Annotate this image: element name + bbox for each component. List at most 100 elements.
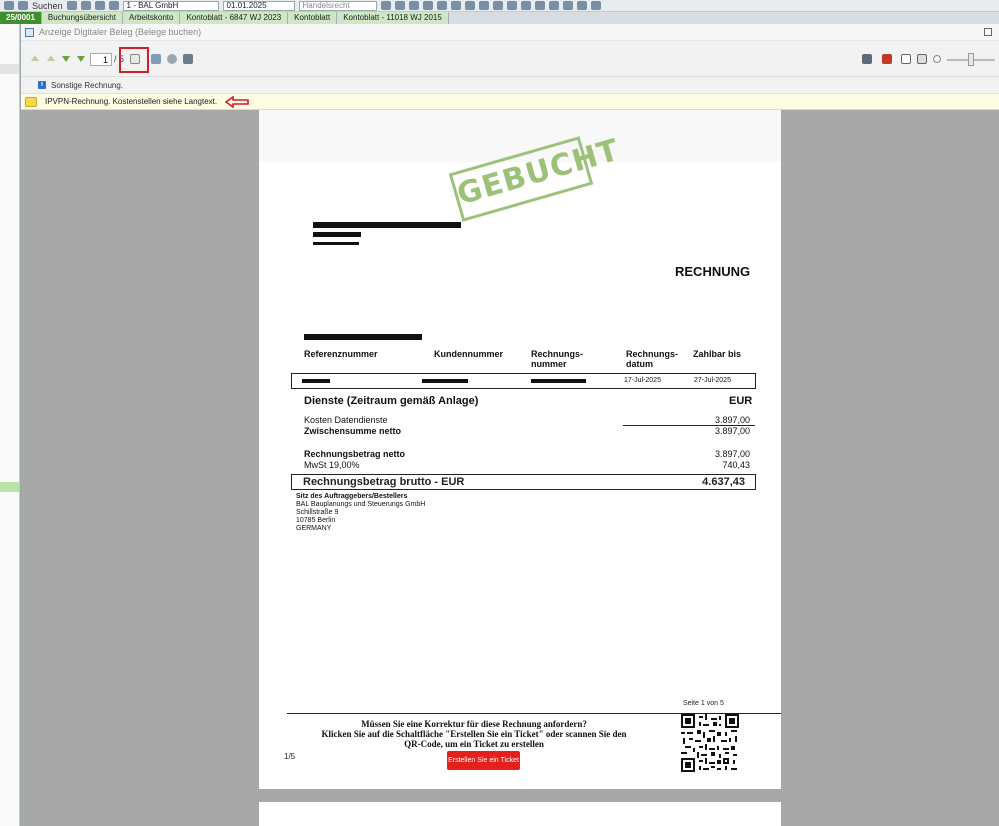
first-page-icon[interactable] (31, 55, 39, 61)
dialog-titlebar: Anzeige Digitaler Beleg (Belege buchen) (21, 24, 999, 41)
settings-wrench-icon[interactable] (862, 54, 872, 64)
costs-label: Kosten Datendienste (304, 415, 388, 425)
toolbar-icon[interactable] (436, 1, 447, 10)
column-reference-number: Referenznummer (304, 349, 378, 359)
toolbar-icon[interactable] (590, 1, 601, 10)
subtotal-value: 3.897,00 (714, 426, 750, 436)
qr-code (681, 714, 739, 772)
client-address-line: GERMANY (296, 525, 332, 532)
redaction-bar (313, 232, 361, 237)
tab-account-sheet-6847[interactable]: Kontoblatt - 6847 WJ 2023 (180, 12, 289, 24)
note-bar: IPVPN-Rechnung. Kostenstellen siehe Lang… (21, 94, 999, 110)
toolbar-icon[interactable] (80, 1, 91, 10)
zoom-out-icon[interactable] (933, 55, 941, 63)
toolbar-icon[interactable] (108, 1, 119, 10)
gross-total-box: Rechnungsbetrag brutto - EUR 4.637,43 (291, 474, 756, 490)
net-amount-label: Rechnungsbetrag netto (304, 449, 406, 459)
net-amount-value: 3.897,00 (714, 449, 750, 459)
column-header (0, 64, 19, 74)
toolbar-icon[interactable] (520, 1, 531, 10)
redaction-bar (302, 379, 330, 383)
toolbar-icon[interactable] (492, 1, 503, 10)
column-invoice-number: Rechnungs- nummer (531, 349, 584, 369)
search-button[interactable]: Suchen (32, 1, 63, 11)
law-select[interactable]: Handelsrecht (298, 0, 377, 11)
search-icon[interactable] (18, 1, 28, 10)
client-address-heading: Sitz des Auftraggebers/Bestellers (296, 493, 408, 500)
tab-account-sheet-11018[interactable]: Kontoblatt - 11018 WJ 2015 (337, 12, 449, 24)
company-select[interactable]: 1 - BAL GmbH (122, 0, 219, 11)
invoice-title: RECHNUNG (675, 264, 751, 279)
document-viewer-icon (25, 27, 34, 37)
info-bar: i Sonstige Rechnung. (21, 77, 999, 94)
digital-document-dialog: Anzeige Digitaler Beleg (Belege buchen) … (20, 24, 999, 826)
background-grid-column (0, 24, 20, 826)
background-tab-bar: 25/0001 Buchungsübersicht Arbeitskonto K… (0, 12, 999, 24)
tab-booking-overview[interactable]: Buchungsübersicht (41, 12, 123, 24)
web-icon[interactable] (167, 54, 177, 64)
info-icon: i (38, 81, 46, 89)
column-customer-number: Kundennummer (434, 349, 504, 359)
toolbar-icon[interactable] (506, 1, 517, 10)
currency-label: EUR (729, 395, 753, 407)
note-icon (25, 96, 37, 107)
tab-account-sheet[interactable]: Kontoblatt (288, 12, 338, 24)
tab-work-account[interactable]: Arbeitskonto (122, 12, 181, 24)
print-icon[interactable] (183, 54, 193, 64)
selected-row-highlight (0, 482, 19, 492)
toolbar-icon[interactable] (422, 1, 433, 10)
create-ticket-button[interactable]: Erstellen Sie ein Ticket (447, 751, 520, 770)
fit-width-icon[interactable] (917, 54, 927, 64)
page-number-input[interactable] (90, 53, 112, 66)
column-due-date: Zahlbar bis (693, 349, 742, 359)
correction-message-line: QR-Code, um ein Ticket zu erstellen (404, 739, 544, 749)
page-number-label: Seite 1 von 5 (683, 700, 724, 707)
toolbar-icon[interactable] (66, 1, 77, 10)
toolbar-icon[interactable] (94, 1, 105, 10)
client-address-line: Schillstraße 9 (296, 509, 339, 516)
invoice-page-next (259, 802, 781, 826)
services-section-title: Dienste (Zeitraum gemäß Anlage) (304, 395, 479, 407)
fit-page-icon[interactable] (901, 54, 911, 64)
column-invoice-date: Rechnungs- datum (626, 349, 679, 369)
toolbar-icon[interactable] (576, 1, 587, 10)
previous-page-icon[interactable] (47, 55, 55, 61)
maximize-icon[interactable] (984, 28, 992, 36)
viewer-toolbar: / 5 (21, 41, 999, 77)
redaction-bar (313, 222, 461, 228)
export-icon[interactable] (151, 54, 161, 64)
redaction-bar (531, 379, 586, 383)
redaction-bar (422, 379, 468, 383)
app-icon[interactable] (4, 1, 14, 10)
highlight-annotation-box (119, 47, 149, 73)
subtotal-label: Zwischensumme netto (304, 426, 402, 436)
toolbar-icon[interactable] (534, 1, 545, 10)
correction-message-line: Müssen Sie eine Korrektur für diese Rech… (361, 719, 587, 729)
correction-message: Müssen Sie eine Korrektur für diese Rech… (314, 719, 634, 749)
toolbar-icon[interactable] (478, 1, 489, 10)
toolbar-icon[interactable] (380, 1, 391, 10)
toolbar-icon[interactable] (548, 1, 559, 10)
document-viewer[interactable]: GEBUCHT RECHNUNG Referenznummer Kundennu… (21, 110, 999, 826)
toolbar-icon[interactable] (394, 1, 405, 10)
vat-label: MwSt 19,00% (304, 460, 360, 470)
invoice-page: GEBUCHT RECHNUNG Referenznummer Kundennu… (259, 110, 781, 789)
gross-total-label: Rechnungsbetrag brutto - EUR (303, 476, 465, 488)
pdf-icon[interactable] (882, 54, 892, 64)
next-page-icon[interactable] (62, 56, 70, 62)
client-address-line: 10785 Berlin (296, 517, 336, 524)
toolbar-icon[interactable] (450, 1, 461, 10)
date-select[interactable]: 01.01.2025 (222, 0, 295, 11)
costs-value: 3.897,00 (714, 415, 750, 425)
red-arrow-annotation (225, 95, 249, 108)
tab-record[interactable]: 25/0001 (0, 12, 42, 24)
vat-value: 740,43 (722, 460, 750, 470)
toolbar-icon[interactable] (562, 1, 573, 10)
invoice-date: 17-Jul-2025 (624, 377, 661, 384)
zoom-slider-handle[interactable] (968, 53, 974, 66)
toolbar-icon[interactable] (464, 1, 475, 10)
background-toolbar: Suchen 1 - BAL GmbH 01.01.2025 Handelsre… (0, 0, 999, 12)
dialog-title: Anzeige Digitaler Beleg (Belege buchen) (39, 27, 202, 37)
toolbar-icon[interactable] (408, 1, 419, 10)
last-page-icon[interactable] (77, 56, 85, 62)
